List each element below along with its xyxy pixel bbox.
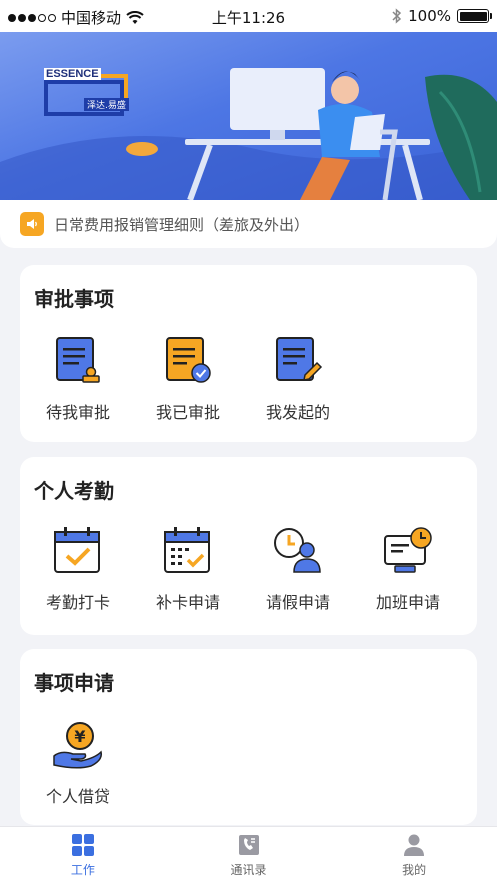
battery-percent: 100% — [408, 7, 451, 25]
tab-me[interactable]: 我的 — [331, 827, 497, 883]
initiated-button[interactable]: 我发起的 — [243, 333, 353, 423]
item-label: 待我审批 — [45, 403, 110, 422]
bluetooth-icon — [392, 8, 402, 24]
attendance-section: 个人考勤 考勤打卡 补卡申请 请假申请 加班申请 — [20, 457, 477, 635]
item-label: 我已审批 — [155, 403, 220, 422]
item-label: 请假申请 — [265, 593, 330, 612]
initiated-icon — [270, 333, 326, 389]
tab-label: 工作 — [70, 862, 95, 877]
overtime-request-button[interactable]: 加班申请 — [353, 523, 463, 613]
speaker-icon — [20, 212, 44, 236]
leave-request-button[interactable]: 请假申请 — [243, 523, 353, 613]
section-title: 事项申请 — [34, 671, 114, 695]
user-icon — [404, 834, 425, 856]
company-logo: ESSENCE 泽达.易盛 — [44, 68, 130, 124]
notice-text[interactable]: 日常费用报销管理细则（差旅及外出） — [54, 214, 309, 235]
status-bar: 中国移动 上午11:26 100% — [0, 0, 497, 32]
approved-icon — [160, 333, 216, 389]
bottom-tab-bar: 工作 通讯录 我的 — [0, 826, 497, 883]
banner[interactable]: ESSENCE 泽达.易盛 — [0, 32, 497, 200]
tab-label: 我的 — [402, 862, 427, 877]
item-label: 补卡申请 — [155, 593, 220, 612]
approved-button[interactable]: 我已审批 — [133, 333, 243, 423]
battery-icon — [457, 9, 492, 23]
tab-contacts[interactable]: 通讯录 — [166, 827, 332, 883]
svg-text:¥: ¥ — [74, 727, 85, 746]
approval-section: 审批事项 待我审批 我已审批 我发起的 — [20, 265, 477, 442]
card-replacement-icon — [160, 523, 216, 579]
logo-subtext: 泽达.易盛 — [84, 98, 129, 111]
card-replacement-button[interactable]: 补卡申请 — [133, 523, 243, 613]
pending-approval-icon — [50, 333, 106, 389]
grid-icon — [71, 833, 94, 856]
attendance-clock-in-icon — [50, 523, 106, 579]
item-label: 我发起的 — [265, 403, 330, 422]
attendance-clock-in-button[interactable]: 考勤打卡 — [23, 523, 133, 613]
tab-label: 通讯录 — [230, 862, 267, 877]
personal-loan-icon: ¥ — [50, 717, 106, 773]
leave-request-icon — [270, 523, 326, 579]
notice-bar[interactable]: 日常费用报销管理细则（差旅及外出） — [0, 200, 497, 248]
item-label: 个人借贷 — [45, 787, 110, 806]
request-section: 事项申请 ¥ 个人借贷 — [20, 649, 477, 825]
section-title: 审批事项 — [34, 287, 114, 311]
logo-text: ESSENCE — [44, 68, 101, 80]
tab-work[interactable]: 工作 — [0, 827, 166, 883]
pending-approval-button[interactable]: 待我审批 — [23, 333, 133, 423]
personal-loan-button[interactable]: ¥ 个人借贷 — [23, 717, 133, 807]
contacts-icon — [238, 834, 259, 855]
section-title: 个人考勤 — [34, 479, 114, 503]
overtime-request-icon — [380, 523, 436, 579]
item-label: 加班申请 — [375, 593, 440, 612]
item-label: 考勤打卡 — [45, 593, 110, 612]
